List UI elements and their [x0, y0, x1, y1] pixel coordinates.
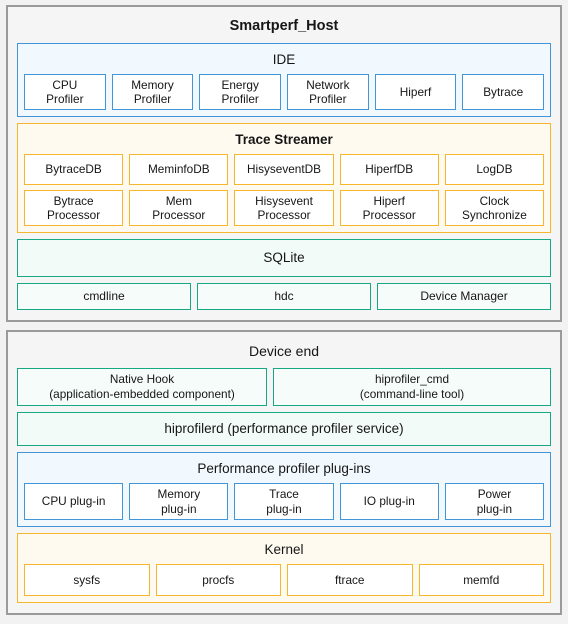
ide-item-cpu-profiler[interactable]: CPU Profiler: [24, 74, 106, 110]
kernel-group-title: Kernel: [264, 542, 304, 557]
tool-hiprofiler-cmd[interactable]: hiprofiler_cmd (command-line tool): [273, 368, 551, 406]
device-tool-row: Native Hook (application-embedded compon…: [17, 368, 551, 406]
processor-mem[interactable]: Mem Processor: [129, 190, 229, 226]
kernel-item-row: sysfs procfs ftrace memfd: [24, 564, 544, 596]
processor-bytrace[interactable]: Bytrace Processor: [24, 190, 124, 226]
kernel-item-ftrace[interactable]: ftrace: [287, 564, 413, 596]
sqlite-bar[interactable]: SQLite: [17, 239, 551, 277]
performance-plugins-title: Performance profiler plug-ins: [197, 461, 371, 476]
plugin-power[interactable]: Power plug-in: [444, 483, 545, 520]
kernel-group: Kernel sysfs procfs ftrace memfd: [17, 533, 551, 603]
connector-hdc[interactable]: hdc: [197, 283, 371, 310]
kernel-item-memfd[interactable]: memfd: [418, 564, 544, 596]
tool-native-hook[interactable]: Native Hook (application-embedded compon…: [17, 368, 267, 406]
ide-item-network-profiler[interactable]: Network Profiler: [287, 74, 369, 110]
plugin-trace[interactable]: Trace plug-in: [234, 483, 334, 520]
diagram-root: Smartperf_Host IDE CPU Profiler Memory P…: [0, 0, 568, 624]
host-connector-row: cmdline hdc Device Manager: [17, 283, 551, 310]
performance-plugins-group: Performance profiler plug-ins CPU plug-i…: [17, 452, 551, 527]
database-hisyseventdb[interactable]: HisyseventDB: [234, 154, 334, 185]
database-logdb[interactable]: LogDB: [444, 154, 545, 185]
processor-hisysevent[interactable]: Hisysevent Processor: [234, 190, 334, 226]
smartperf-host-panel: Smartperf_Host IDE CPU Profiler Memory P…: [6, 5, 562, 322]
ide-item-energy-profiler[interactable]: Energy Profiler: [199, 74, 282, 110]
ide-group: IDE CPU Profiler Memory Profiler Energy …: [17, 43, 551, 117]
device-end-panel: Device end Native Hook (application-embe…: [6, 330, 562, 615]
trace-streamer-processor-row: Bytrace Processor Mem Processor Hisyseve…: [24, 190, 545, 226]
database-hiperfdb[interactable]: HiperfDB: [339, 154, 439, 185]
trace-streamer-group: Trace Streamer BytraceDB MeminfoDB Hisys…: [17, 123, 551, 233]
hiprofilerd-bar[interactable]: hiprofilerd (performance profiler servic…: [17, 412, 551, 446]
connector-device-manager[interactable]: Device Manager: [377, 283, 551, 310]
trace-streamer-database-row: BytraceDB MeminfoDB HisyseventDB HiperfD…: [24, 154, 545, 185]
plugin-io[interactable]: IO plug-in: [339, 483, 439, 520]
kernel-item-procfs[interactable]: procfs: [155, 564, 281, 596]
processor-clock-synchronize[interactable]: Clock Synchronize: [444, 190, 545, 226]
device-end-title: Device end: [248, 343, 320, 359]
database-meminfodb[interactable]: MeminfoDB: [129, 154, 229, 185]
smartperf-host-title: Smartperf_Host: [229, 18, 339, 34]
ide-item-memory-profiler[interactable]: Memory Profiler: [111, 74, 194, 110]
database-bytracedb[interactable]: BytraceDB: [24, 154, 124, 185]
trace-streamer-group-title: Trace Streamer: [235, 132, 333, 147]
processor-hiperf[interactable]: Hiperf Processor: [339, 190, 439, 226]
ide-item-bytrace[interactable]: Bytrace: [462, 74, 545, 110]
kernel-item-sysfs[interactable]: sysfs: [24, 564, 150, 596]
connector-cmdline[interactable]: cmdline: [17, 283, 191, 310]
ide-group-title: IDE: [272, 52, 296, 67]
ide-item-row: CPU Profiler Memory Profiler Energy Prof…: [24, 74, 545, 110]
plugin-memory[interactable]: Memory plug-in: [129, 483, 229, 520]
plugin-cpu[interactable]: CPU plug-in: [24, 483, 124, 520]
plugin-row: CPU plug-in Memory plug-in Trace plug-in…: [24, 483, 545, 520]
ide-item-hiperf[interactable]: Hiperf: [374, 74, 457, 110]
